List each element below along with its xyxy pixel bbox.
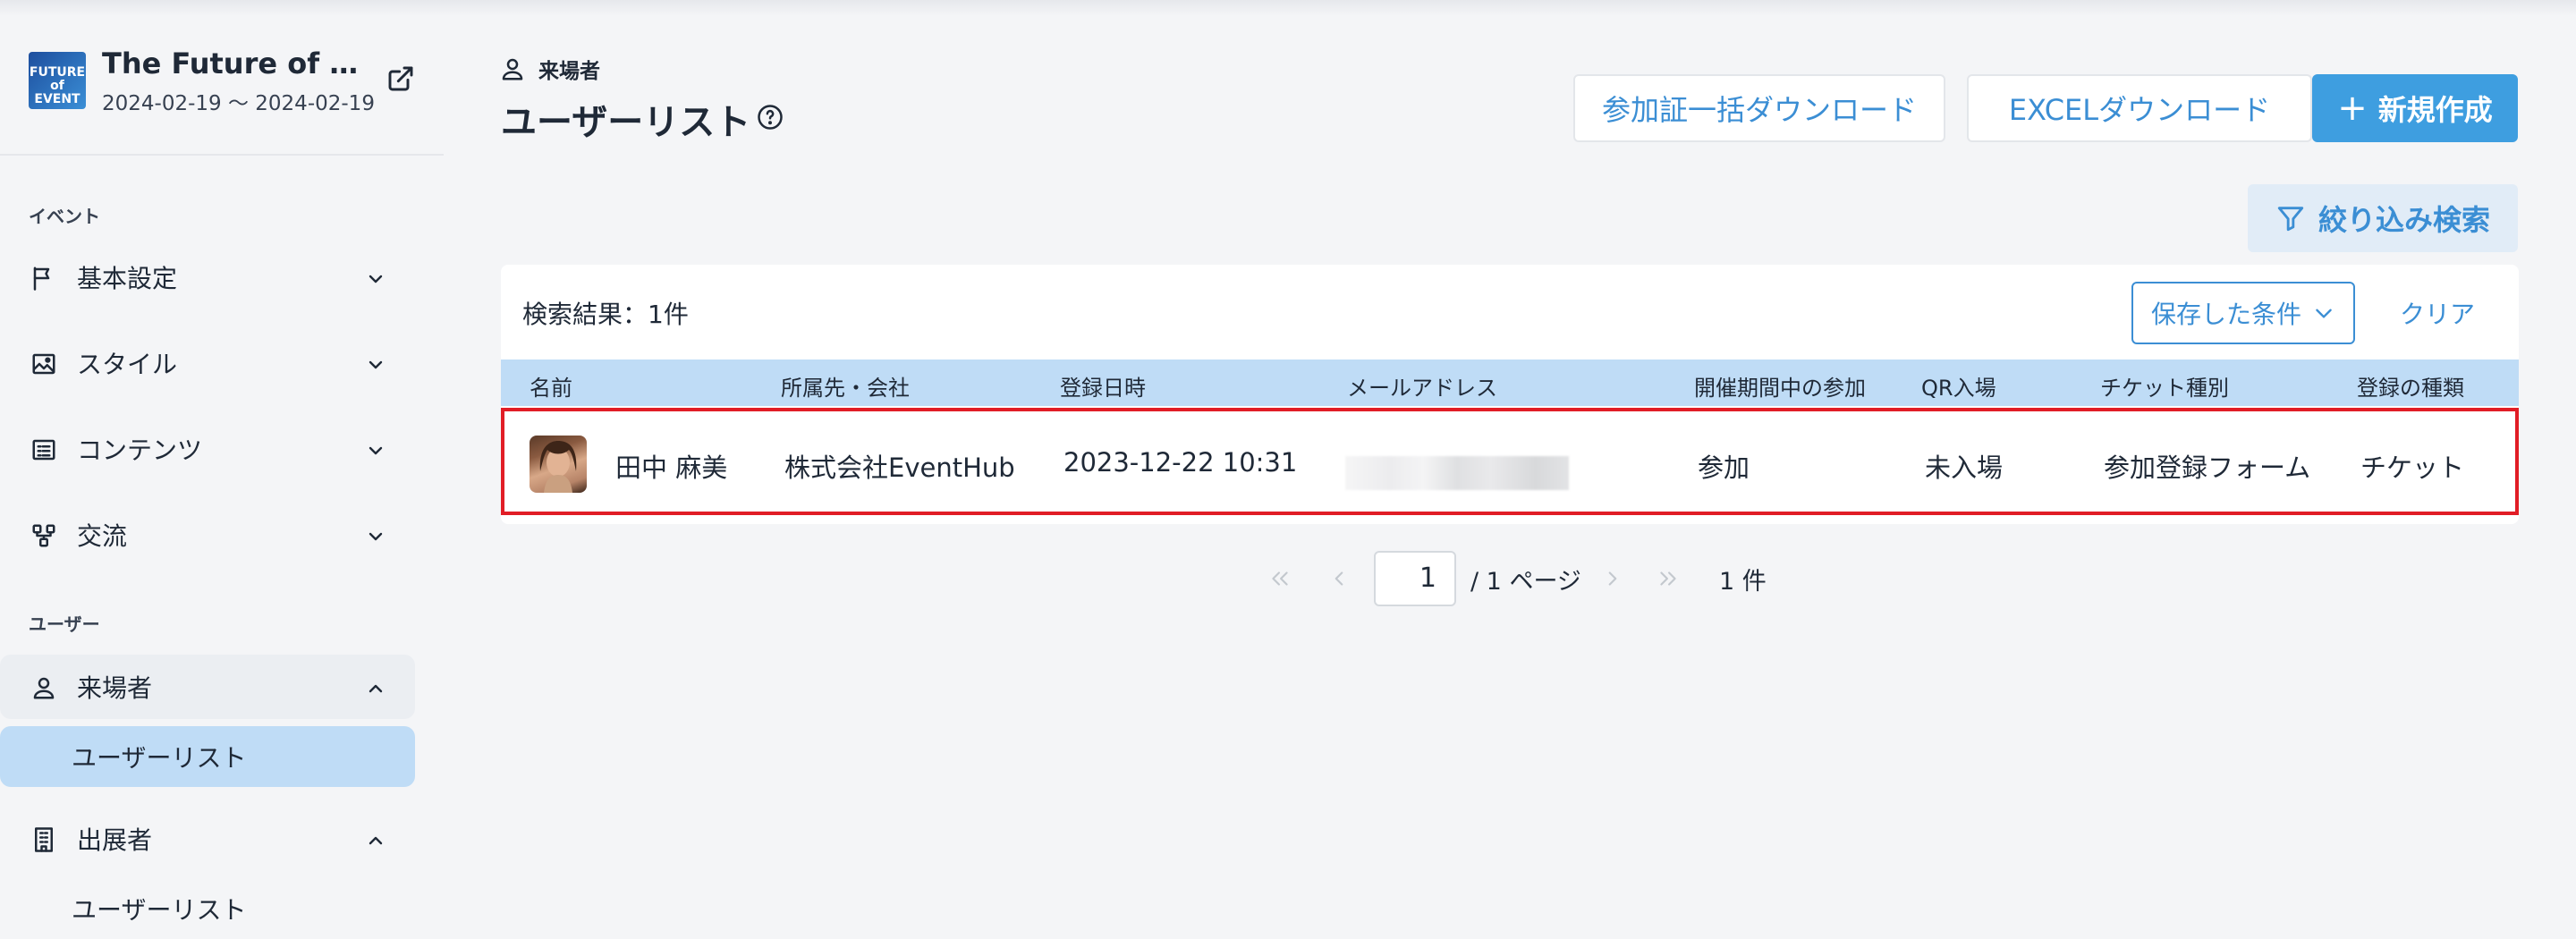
cell-qr-entry: 未入場 <box>1925 453 2004 483</box>
cell-registered-at: 2023-12-22 10:31 <box>1063 447 1298 478</box>
image-icon <box>32 353 55 375</box>
person-icon <box>502 58 523 80</box>
page-title: ユーザーリスト <box>501 102 751 143</box>
section-label-event: イベント <box>29 206 100 227</box>
create-new-label: 新規作成 <box>2377 93 2493 127</box>
create-new-button[interactable]: + 新規作成 <box>2312 74 2518 142</box>
chevron-down-icon <box>2316 309 2332 318</box>
column-header-qr-entry[interactable]: QR入場 <box>1921 370 1996 402</box>
filter-search-button[interactable]: 絞り込み検索 <box>2248 184 2518 252</box>
sidebar: FUTURE of EVENT The Future of Eve… 2024-… <box>0 0 444 939</box>
sidebar-item-basic-settings[interactable]: 基本設定 <box>0 245 415 309</box>
network-icon <box>32 524 55 547</box>
cell-registration-type: チケット <box>2360 453 2465 483</box>
event-logo: FUTURE of EVENT <box>29 52 86 109</box>
filter-search-label: 絞り込み検索 <box>2318 203 2490 237</box>
person-icon <box>33 677 55 699</box>
event-title: The Future of Eve… <box>102 47 370 80</box>
saved-conditions-dropdown[interactable]: 保存した条件 <box>2131 282 2355 344</box>
avatar-face <box>539 441 577 493</box>
sidebar-subitem-label: ユーザーリスト <box>72 895 247 925</box>
last-page-icon[interactable] <box>1657 567 1680 590</box>
chevron-up-icon <box>369 836 383 845</box>
table-row[interactable]: 田中 麻美 株式会社EventHub 2023-12-22 10:31 参加 未… <box>501 408 2519 515</box>
event-header: FUTURE of EVENT The Future of Eve… 2024-… <box>0 39 444 156</box>
column-header-registration-type[interactable]: 登録の種類 <box>2357 370 2464 402</box>
result-count: 検索結果：1件 <box>522 300 689 329</box>
column-header-company[interactable]: 所属先・会社 <box>781 370 910 402</box>
chevron-down-icon <box>369 532 383 541</box>
total-pages: / 1 ページ <box>1470 568 1581 596</box>
table-header: 名前 所属先・会社 登録日時 メールアドレス 開催期間中の参加 QR入場 チケッ… <box>501 360 2519 406</box>
sidebar-item-label: スタイル <box>77 350 178 379</box>
breadcrumb-label: 来場者 <box>538 60 600 83</box>
clear-button[interactable]: クリア <box>2388 282 2487 344</box>
sidebar-item-networking[interactable]: 交流 <box>0 503 415 567</box>
chevron-up-icon <box>369 684 383 693</box>
column-header-participation[interactable]: 開催期間中の参加 <box>1694 370 1866 402</box>
cell-email-redacted <box>1345 456 1569 490</box>
avatar <box>530 436 587 493</box>
sidebar-item-label: 交流 <box>77 521 128 551</box>
chevron-down-icon <box>369 446 383 455</box>
flag-icon <box>33 266 50 291</box>
total-count: 1 件 <box>1719 568 1767 596</box>
cell-participation: 参加 <box>1698 453 1750 483</box>
sidebar-item-label: 出展者 <box>77 825 153 855</box>
building-icon <box>35 827 53 852</box>
sidebar-item-label: 来場者 <box>77 673 153 703</box>
help-icon[interactable] <box>757 104 784 131</box>
filter-icon <box>2277 207 2304 232</box>
excel-download-button[interactable]: EXCELダウンロード <box>1967 74 2312 142</box>
column-header-email[interactable]: メールアドレス <box>1347 370 1497 402</box>
cell-name: 田中 麻美 <box>615 453 728 483</box>
first-page-icon[interactable] <box>1268 567 1292 590</box>
plus-icon: + <box>2337 88 2368 129</box>
column-header-ticket-type[interactable]: チケット種別 <box>2100 370 2229 402</box>
chevron-down-icon <box>369 275 383 283</box>
list-icon <box>32 439 55 461</box>
page-number-input[interactable]: 1 <box>1374 551 1456 606</box>
column-header-name[interactable]: 名前 <box>530 370 572 402</box>
breadcrumb: 来場者 <box>499 54 600 84</box>
section-label-user: ユーザー <box>29 613 100 635</box>
cell-ticket-type: 参加登録フォーム <box>2104 453 2311 483</box>
sidebar-item-contents[interactable]: コンテンツ <box>0 417 415 481</box>
sidebar-subitem-exhibitor-user-list[interactable]: ユーザーリスト <box>0 878 415 939</box>
sidebar-item-style[interactable]: スタイル <box>0 331 415 395</box>
column-header-registered-at[interactable]: 登録日時 <box>1060 370 1146 402</box>
sidebar-subitem-label: ユーザーリスト <box>72 743 247 773</box>
event-dates: 2024-02-19 ～ 2024-02-19 <box>102 92 375 115</box>
cell-company: 株式会社EventHub <box>784 453 1015 483</box>
badge-bulk-download-button[interactable]: 参加証一括ダウンロード <box>1573 74 1945 142</box>
sidebar-item-visitors[interactable]: 来場者 <box>0 655 415 719</box>
results-card: 検索結果：1件 保存した条件 クリア 名前 所属先・会社 登録日時 メールアドレ… <box>501 265 2519 524</box>
sidebar-subitem-visitor-user-list[interactable]: ユーザーリスト <box>0 726 415 787</box>
sidebar-item-label: コンテンツ <box>77 436 203 465</box>
saved-conditions-label: 保存した条件 <box>2150 300 2301 329</box>
next-page-icon[interactable] <box>1601 567 1624 590</box>
prev-page-icon[interactable] <box>1327 567 1351 590</box>
sidebar-item-label: 基本設定 <box>77 264 178 293</box>
chevron-down-icon <box>369 360 383 369</box>
sidebar-item-exhibitors[interactable]: 出展者 <box>0 807 415 871</box>
external-link-icon[interactable] <box>386 64 415 93</box>
